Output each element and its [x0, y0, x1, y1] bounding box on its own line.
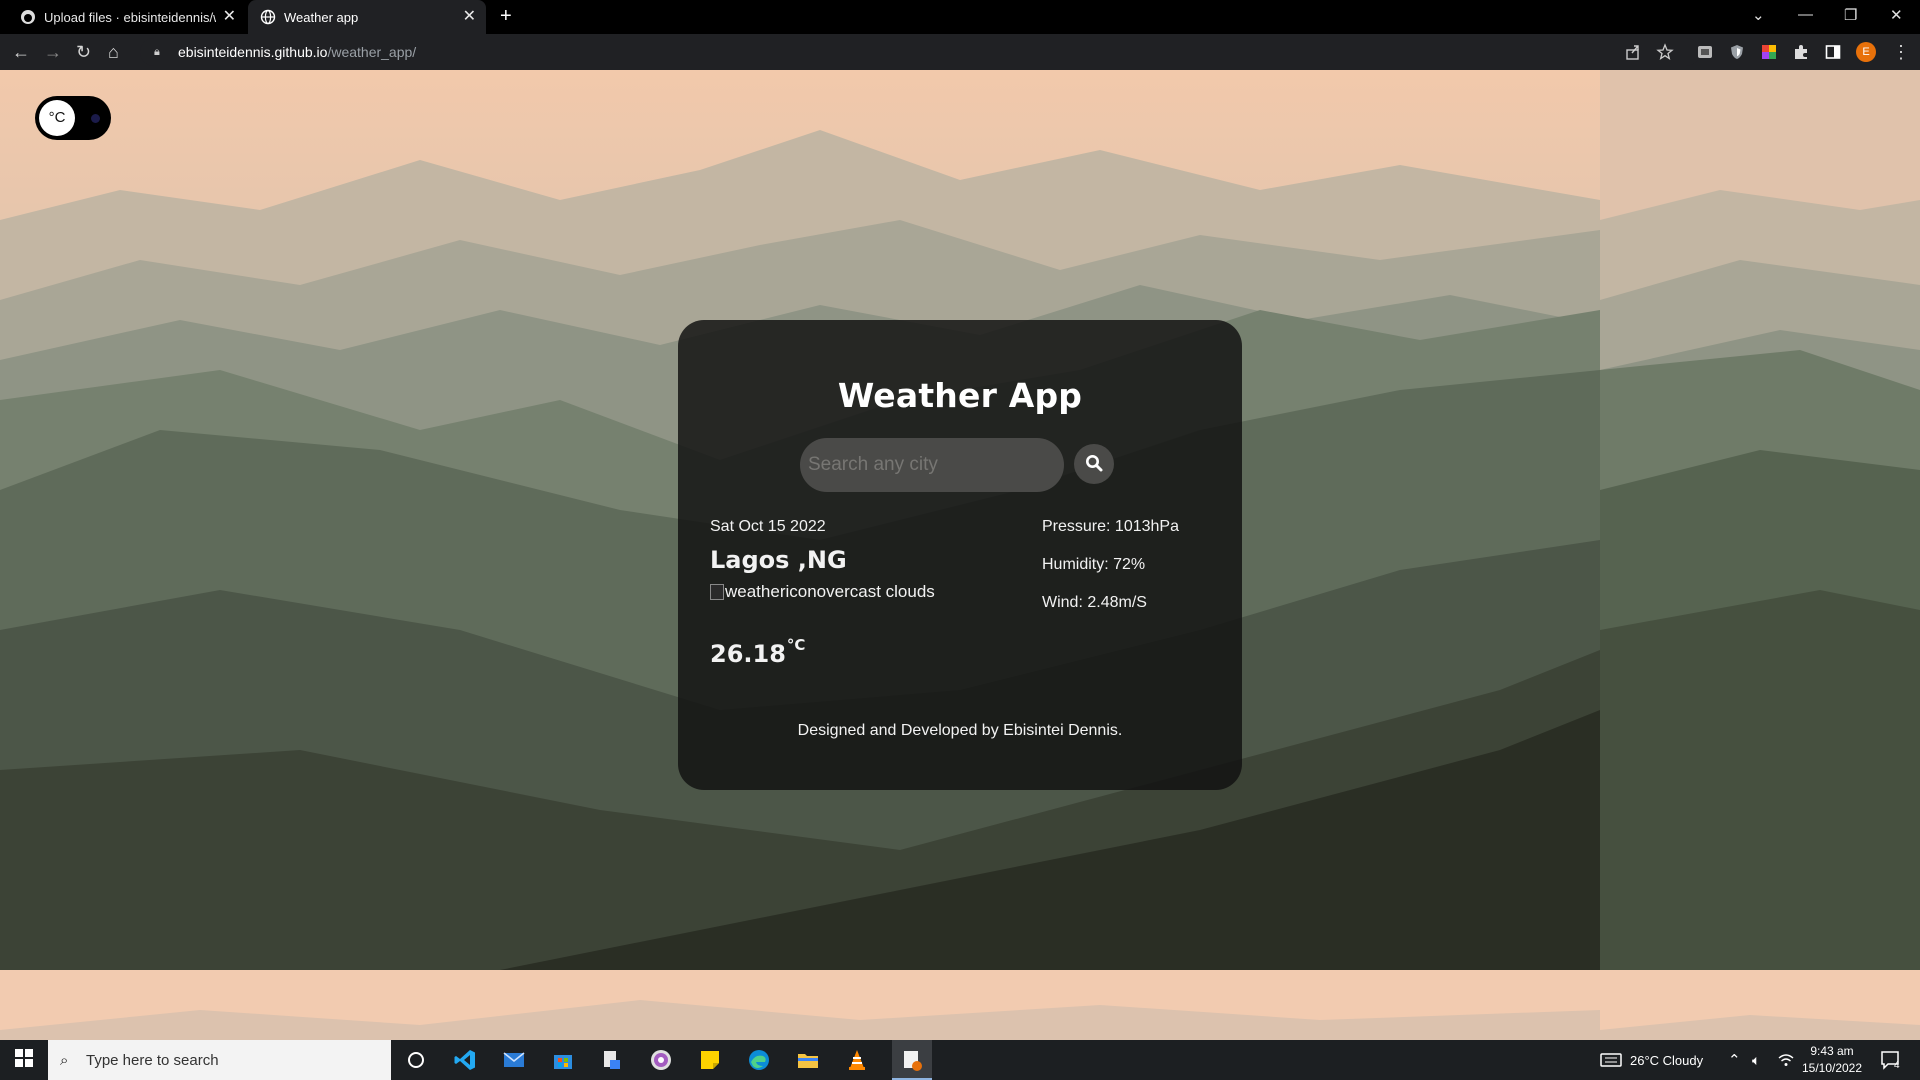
close-tab-icon[interactable]: ✕ — [223, 9, 236, 25]
app-title: Weather App — [837, 376, 1083, 415]
network-icon[interactable] — [1778, 1040, 1794, 1080]
extension-screenshot-icon[interactable] — [1696, 43, 1714, 61]
system-clock[interactable]: 9:43 am 15/10/2022 — [1800, 1043, 1864, 1077]
temperature: 26.18°C — [710, 636, 805, 668]
tab-title: Weather app — [284, 9, 359, 25]
address-bar[interactable]: 🔒︎ ebisinteidennis.github.io /weather_ap… — [140, 38, 1700, 66]
browser-toolbar: ← → ↻ ⌂ 🔒︎ ebisinteidennis.github.io /we… — [0, 34, 1920, 70]
notification-count: 4 — [1894, 1059, 1900, 1071]
browser-tab-strip: Upload files · ebisinteidennis/we ✕ Weat… — [0, 0, 1920, 34]
humidity: Humidity: 72% — [1042, 556, 1146, 573]
pressure: Pressure: 1013hPa — [1042, 518, 1179, 535]
kebab-menu-icon[interactable]: ⋮ — [1892, 41, 1910, 63]
home-icon[interactable]: ⌂ — [108, 41, 119, 63]
chevron-up-icon[interactable]: ⌃ — [1728, 1040, 1741, 1080]
tab-weather-app[interactable]: Weather app ✕ — [248, 0, 486, 34]
unit-toggle[interactable]: °C — [35, 96, 111, 140]
search-icon: ⌕ — [60, 1051, 69, 1069]
restore-icon[interactable]: ❐ — [1844, 6, 1857, 24]
taskbar-search-box[interactable]: ⌕ Type here to search — [48, 1040, 391, 1080]
vscode-icon[interactable] — [453, 1048, 477, 1072]
minimize-icon[interactable]: — — [1798, 6, 1813, 23]
taskbar-weather-text[interactable]: 26°C Cloudy — [1630, 1040, 1703, 1080]
tab-upload-files[interactable]: Upload files · ebisinteidennis/we ✕ — [20, 0, 246, 34]
file-explorer-icon[interactable] — [796, 1048, 820, 1072]
side-panel-icon[interactable] — [1824, 43, 1842, 61]
windows-logo-icon — [15, 1048, 33, 1072]
weather-card: Weather App Sat Oct 15 2022 Lagos ,NG we… — [678, 320, 1242, 790]
footer-credit: Designed and Developed by Ebisintei Denn… — [797, 722, 1123, 739]
search-button[interactable] — [1074, 444, 1114, 484]
background-landscape — [1600, 70, 1920, 970]
temperature-value: 26.18 — [710, 640, 786, 668]
page-viewport: °C Weather App Sat Oct 15 2022 Lagos ,NG… — [0, 70, 1920, 1040]
microsoft-store-icon[interactable] — [551, 1048, 575, 1072]
shield-icon[interactable] — [1728, 43, 1746, 61]
tab-search-chevron-icon[interactable]: ⌄ — [1752, 6, 1765, 24]
weather-widget-icon[interactable] — [1600, 1040, 1622, 1080]
toggle-dot — [91, 114, 100, 123]
active-app-icon[interactable] — [900, 1048, 924, 1072]
weather-icon-alt-text: weathericonovercast clouds — [725, 582, 935, 601]
media-player-icon[interactable] — [649, 1048, 673, 1072]
vlc-icon[interactable] — [845, 1048, 869, 1072]
share-icon[interactable] — [1624, 43, 1642, 61]
taskbar: ⌕ Type here to search 26°C Cloudy ⌃ 🔈︎ 9… — [0, 1040, 1920, 1080]
reload-icon[interactable]: ↻ — [76, 41, 91, 63]
color-picker-icon[interactable] — [1760, 43, 1778, 61]
clock-time: 9:43 am — [1810, 1044, 1854, 1058]
city-search-input[interactable] — [800, 438, 1064, 492]
new-tab-icon[interactable]: + — [500, 6, 512, 26]
mail-icon[interactable] — [502, 1048, 526, 1072]
url-host: ebisinteidennis.github.io — [178, 44, 328, 60]
clock-date: 15/10/2022 — [1801, 1061, 1863, 1075]
background-landscape — [1600, 970, 1920, 1040]
broken-image-icon — [710, 584, 724, 600]
globe-icon — [260, 9, 276, 25]
background-landscape — [0, 970, 1600, 1040]
temperature-unit: °C — [786, 636, 806, 654]
lock-icon[interactable]: 🔒︎ — [154, 46, 168, 59]
start-button[interactable] — [0, 1040, 48, 1080]
volume-icon[interactable]: 🔈︎ — [1752, 1040, 1760, 1080]
celsius-knob[interactable]: °C — [39, 100, 75, 136]
notification-center-icon[interactable]: 4 — [1880, 1040, 1900, 1080]
url-path: /weather_app/ — [327, 44, 417, 60]
forward-icon[interactable]: → — [44, 41, 62, 63]
cortana-icon[interactable] — [404, 1048, 428, 1072]
edge-icon[interactable] — [747, 1048, 771, 1072]
profile-avatar[interactable]: E — [1856, 42, 1876, 62]
wind: Wind: 2.48m/S — [1042, 594, 1147, 611]
close-tab-icon[interactable]: ✕ — [463, 9, 476, 25]
bookmark-star-icon[interactable] — [1656, 43, 1674, 61]
tab-title: Upload files · ebisinteidennis/we — [44, 9, 216, 25]
extensions-puzzle-icon[interactable] — [1792, 43, 1810, 61]
current-date: Sat Oct 15 2022 — [710, 518, 826, 535]
github-icon — [20, 9, 36, 25]
sticky-notes-icon[interactable] — [698, 1048, 722, 1072]
window-close-icon[interactable]: ✕ — [1890, 6, 1903, 24]
search-icon — [1084, 453, 1104, 476]
back-icon[interactable]: ← — [12, 41, 30, 63]
weather-icon: weathericonovercast clouds — [710, 582, 935, 602]
city-name: Lagos ,NG — [710, 546, 847, 574]
taskbar-search-placeholder: Type here to search — [86, 1051, 219, 1069]
file-manager-icon[interactable] — [600, 1048, 624, 1072]
